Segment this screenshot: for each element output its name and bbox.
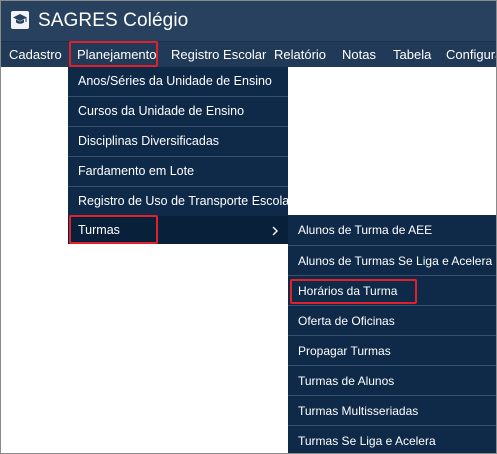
menu-relatorio[interactable]: Relatório	[274, 47, 326, 63]
menu-cadastro[interactable]: Cadastro	[9, 47, 62, 63]
sub-item-label: Turmas Se Liga e Acelera	[298, 434, 436, 448]
dd-item-transporte[interactable]: Registro de Uso de Transporte Escolar	[68, 187, 293, 217]
menu-registro-escolar[interactable]: Registro Escolar	[171, 47, 266, 63]
sub-item-label: Horários da Turma	[298, 284, 398, 298]
sub-item-multisseriadas[interactable]: Turmas Multisseriadas	[288, 396, 496, 426]
planejamento-dropdown: Anos/Séries da Unidade de Ensino Cursos …	[68, 67, 293, 244]
dd-item-anos-series[interactable]: Anos/Séries da Unidade de Ensino	[68, 67, 288, 97]
chevron-right-icon	[272, 226, 278, 236]
dd-item-turmas[interactable]: Turmas	[68, 216, 288, 244]
sub-item-label: Alunos de Turma de AEE	[298, 223, 433, 237]
sub-item-alunos-aee[interactable]: Alunos de Turma de AEE	[288, 215, 496, 245]
sub-item-label: Turmas de Alunos	[298, 374, 395, 388]
menu-tabela[interactable]: Tabela	[393, 47, 431, 63]
sub-item-label: Alunos de Turmas Se Liga e Acelera	[298, 254, 493, 268]
sub-item-oferta-oficinas[interactable]: Oferta de Oficinas	[288, 306, 496, 336]
dd-item-cursos[interactable]: Cursos da Unidade de Ensino	[68, 97, 288, 127]
app-title: SAGRES Colégio	[38, 10, 189, 31]
menu-configuracao[interactable]: Configura	[446, 47, 496, 63]
menu-notas[interactable]: Notas	[342, 47, 376, 63]
sub-item-label: Propagar Turmas	[298, 344, 391, 358]
dd-item-label: Turmas	[78, 223, 120, 237]
sub-item-label: Oferta de Oficinas	[298, 314, 395, 328]
dd-item-fardamento[interactable]: Fardamento em Lote	[68, 157, 288, 187]
title-bar: SAGRES Colégio	[1, 1, 496, 41]
menu-planejamento[interactable]: Planejamento	[77, 47, 157, 63]
sub-item-horarios[interactable]: Horários da Turma	[288, 276, 496, 306]
turmas-submenu: Alunos de Turma de AEE Alunos de Turmas …	[288, 215, 496, 453]
sub-item-se-liga-acelera[interactable]: Turmas Se Liga e Acelera	[288, 426, 496, 453]
sub-item-turmas-alunos[interactable]: Turmas de Alunos	[288, 366, 496, 396]
dd-item-disciplinas[interactable]: Disciplinas Diversificadas	[68, 127, 288, 157]
graduation-cap-icon	[11, 11, 29, 29]
dd-item-label: Disciplinas Diversificadas	[78, 134, 220, 148]
dd-item-label: Cursos da Unidade de Ensino	[78, 104, 245, 118]
sub-item-propagar[interactable]: Propagar Turmas	[288, 336, 496, 366]
app-window: SAGRES Colégio Cadastro Planejamento Reg…	[0, 0, 497, 454]
dd-item-label: Fardamento em Lote	[78, 164, 195, 178]
dd-item-label: Anos/Séries da Unidade de Ensino	[78, 74, 272, 88]
sub-item-alunos-se-liga[interactable]: Alunos de Turmas Se Liga e Acelera	[288, 246, 496, 276]
sub-item-label: Turmas Multisseriadas	[298, 404, 419, 418]
main-menubar: Cadastro Planejamento Registro Escolar R…	[1, 41, 496, 67]
dd-item-label: Registro de Uso de Transporte Escolar	[78, 194, 294, 208]
